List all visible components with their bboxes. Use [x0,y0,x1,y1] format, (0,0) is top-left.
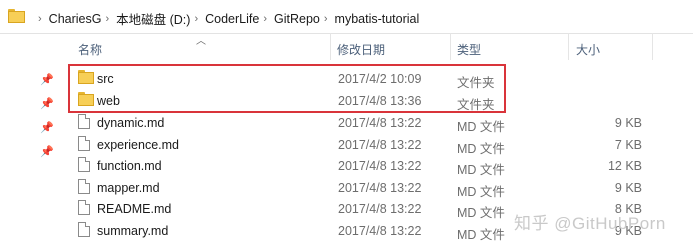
file-type: MD 文件 [457,120,505,134]
file-size: 9 KB [614,181,642,195]
sort-ascending-icon: ︿ [196,36,206,47]
folder-icon [8,9,25,23]
column-divider[interactable] [568,33,569,60]
file-row[interactable]: mapper.md 2017/4/8 13:22 MD 文件 9 KB [72,177,652,199]
file-size: 9 KB [614,116,642,130]
file-name: experience.md [97,138,179,152]
file-name: README.md [97,202,172,216]
column-date-header[interactable]: 修改日期 [337,41,385,58]
file-row[interactable]: experience.md 2017/4/8 13:22 MD 文件 7 KB [72,134,652,156]
column-type-header[interactable]: 类型 [457,41,481,58]
column-header: ︿ 名称 修改日期 类型 大小 [0,33,693,60]
file-type: MD 文件 [457,228,505,242]
file-date: 2017/4/8 13:22 [338,202,422,216]
file-name: function.md [97,159,162,173]
file-row[interactable]: dynamic.md 2017/4/8 13:22 MD 文件 9 KB [72,112,652,134]
file-type: MD 文件 [457,163,505,177]
chevron-right-icon[interactable]: › [194,13,198,25]
column-divider[interactable] [652,33,653,60]
column-divider[interactable] [450,33,451,60]
file-date: 2017/4/8 13:22 [338,116,422,130]
file-type: MD 文件 [457,206,505,220]
file-size: 12 KB [607,159,642,173]
chevron-right-icon[interactable]: › [38,13,42,25]
column-name-header[interactable]: 名称 [78,41,102,58]
file-date: 2017/4/8 13:22 [338,138,422,152]
pin-icon: 📌 [40,74,54,86]
file-date: 2017/4/8 13:22 [338,181,422,195]
chevron-right-icon[interactable]: › [105,13,109,25]
highlight-box [68,64,506,113]
watermark: 知乎 @GitHubPorn [514,214,666,233]
breadcrumb-drive[interactable]: 本地磁盘 (D:) [116,9,190,28]
file-icon [78,136,90,151]
pin-icon: 📌 [40,146,54,158]
file-icon [78,179,90,194]
file-name: mapper.md [97,181,160,195]
pin-icon: 📌 [40,98,54,110]
breadcrumb-coderlife[interactable]: CoderLife [205,12,259,26]
breadcrumb-current[interactable]: mybatis-tutorial [335,12,420,26]
file-size: 7 KB [614,138,642,152]
file-name: dynamic.md [97,116,165,130]
chevron-right-icon[interactable]: › [263,13,267,25]
file-date: 2017/4/8 13:22 [338,159,422,173]
column-divider[interactable] [330,33,331,60]
file-date: 2017/4/8 13:22 [338,224,422,238]
breadcrumb: › ChariesG › 本地磁盘 (D:) › CoderLife › Git… [34,9,419,28]
address-bar[interactable]: › ChariesG › 本地磁盘 (D:) › CoderLife › Git… [0,0,693,34]
breadcrumb-user[interactable]: ChariesG [49,12,102,26]
pin-icon: 📌 [40,122,54,134]
file-row[interactable]: function.md 2017/4/8 13:22 MD 文件 12 KB [72,155,652,177]
file-icon [78,157,90,172]
chevron-right-icon[interactable]: › [324,13,328,25]
file-icon [78,114,90,129]
column-size-header[interactable]: 大小 [576,41,600,58]
breadcrumb-gitrepo[interactable]: GitRepo [274,12,320,26]
file-icon [78,200,90,215]
file-icon [78,222,90,237]
file-name: summary.md [97,224,169,238]
